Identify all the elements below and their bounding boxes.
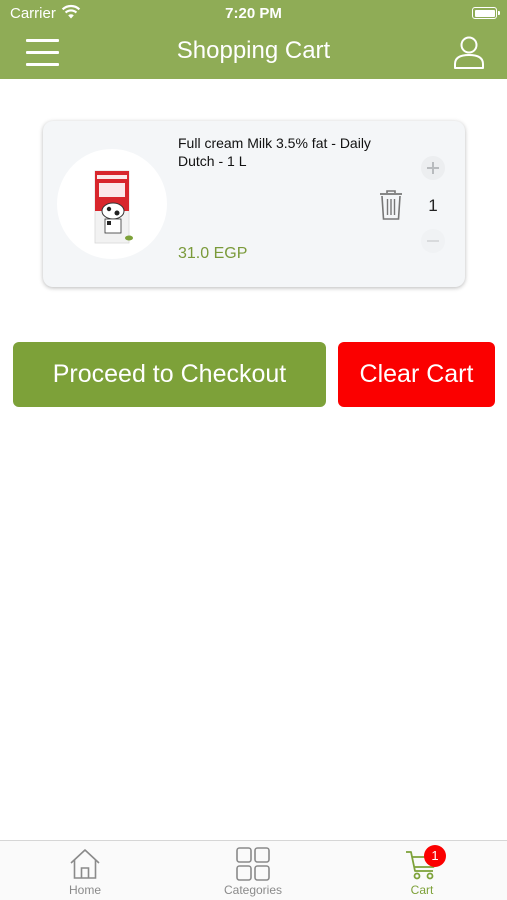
shopping-cart-screen: Carrier 7:20 PM Shopping Cart Full cream…	[0, 0, 507, 900]
increase-quantity-button[interactable]	[421, 156, 445, 180]
milk-carton-icon	[94, 170, 133, 244]
clock: 7:20 PM	[225, 5, 282, 22]
proceed-to-checkout-button[interactable]: Proceed to Checkout	[13, 342, 326, 407]
grid-icon	[236, 847, 270, 881]
quantity-value: 1	[428, 196, 438, 215]
status-bar: Carrier 7:20 PM	[0, 0, 507, 28]
tab-categories[interactable]: Categories	[193, 841, 313, 900]
cart-badge: 1	[424, 845, 446, 867]
tab-cart[interactable]: 1 Cart	[362, 841, 482, 900]
page-title: Shopping Cart	[176, 37, 331, 64]
product-price: 31.0 EGP	[178, 245, 248, 262]
decrease-quantity-button[interactable]	[421, 229, 445, 253]
home-icon	[70, 849, 100, 879]
tab-cart-label: Cart	[410, 883, 434, 897]
product-name: Full cream Milk 3.5% fat - Daily Dutch -…	[178, 135, 371, 169]
tab-categories-label: Categories	[223, 883, 283, 897]
clear-cart-button[interactable]: Clear Cart	[338, 342, 495, 407]
cart-item-card: Full cream Milk 3.5% fat - Daily Dutch -…	[43, 121, 465, 287]
tab-home[interactable]: Home	[25, 841, 145, 900]
tab-bar: Home Categories 1 Cart	[0, 840, 507, 900]
top-bar: Carrier 7:20 PM Shopping Cart	[0, 0, 507, 79]
tab-home-label: Home	[68, 883, 101, 897]
battery-icon	[472, 7, 500, 19]
profile-icon[interactable]	[452, 34, 486, 70]
trash-icon[interactable]	[378, 189, 404, 221]
product-image	[57, 149, 167, 259]
